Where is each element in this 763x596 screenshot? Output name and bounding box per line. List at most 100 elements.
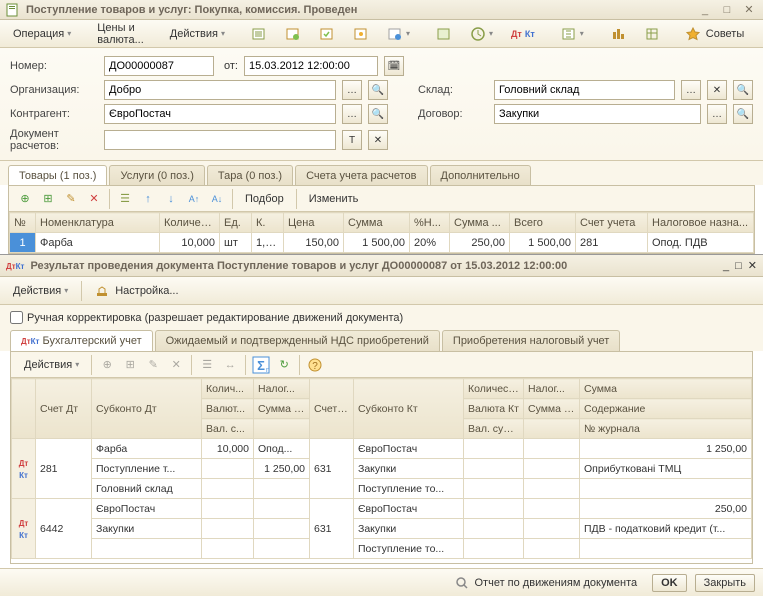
tab-tara[interactable]: Тара (0 поз.) [207,165,293,185]
col-nom[interactable]: Номенклатура [36,213,160,233]
refresh-icon[interactable]: ↻ [274,355,294,375]
sklad-search[interactable]: 🔍 [733,80,753,100]
tab-goods[interactable]: Товары (1 поз.) [8,165,107,186]
report-button[interactable]: Отчет по движениям документа [448,572,645,594]
tab-buh[interactable]: ДтКт Бухгалтерский учет [10,330,153,352]
posting-row[interactable]: Поступление т... 1 250,00 Закупки Оприбу… [12,459,752,479]
close-footer-button[interactable]: Закрыть [695,574,755,592]
lg-icon-5[interactable]: ☰ [197,355,217,375]
col-tax[interactable]: Налоговое назна... [648,213,754,233]
org-input[interactable] [104,80,336,100]
tbicon-7[interactable]: ▾ [463,23,500,45]
sklad-ellipsis[interactable]: … [681,80,701,100]
tbicon-8[interactable]: ▾ [554,23,591,45]
actions-menu[interactable]: Действия▾ [163,23,232,45]
sklad-input[interactable] [494,80,675,100]
col-acct[interactable]: Счет учета [576,213,648,233]
sum-icon[interactable]: Σn [251,355,271,375]
help-button[interactable]: ? [755,23,763,45]
podbor-button[interactable]: Подбор [238,188,291,210]
posting-row[interactable]: ДтКт 281 Фарба 10,000 Опод... 631 ЄвроПо… [12,439,752,459]
lg-icon-1[interactable]: ⊕ [97,355,117,375]
edit-icon[interactable]: ✎ [61,189,81,209]
sort-za-icon[interactable]: A↓ [207,189,227,209]
lg-icon-3[interactable]: ✎ [143,355,163,375]
tbicon-dt-kt[interactable]: ДтКт [504,23,542,45]
minimize-button[interactable]: _ [697,2,713,18]
col-total[interactable]: Всего [510,213,576,233]
titlebar: Поступление товаров и услуг: Покупка, ко… [0,0,763,20]
dogovor-ellipsis[interactable]: … [707,104,727,124]
ok-button[interactable]: OK [652,574,687,592]
lower-toolbar: Действия▾ Настройка... [0,277,763,305]
org-ellipsis[interactable]: … [342,80,362,100]
add-icon[interactable]: ⊕ [15,189,35,209]
maximize-button[interactable]: □ [719,2,735,18]
number-input[interactable] [104,56,214,76]
lg-icon-2[interactable]: ⊞ [120,355,140,375]
tbicon-1[interactable] [244,23,274,45]
change-button[interactable]: Изменить [302,188,366,210]
sort-az-icon[interactable]: A↑ [184,189,204,209]
lg-help[interactable]: ? [305,355,325,375]
lower-tabs: ДтКт Бухгалтерский учет Ожидаемый и подт… [0,330,763,351]
tbicon-2[interactable] [278,23,308,45]
down-icon[interactable]: ↓ [161,189,181,209]
lower-actions-menu[interactable]: Действия▾ [6,280,75,302]
posting-row[interactable]: Поступление то... [12,539,752,559]
posting-row[interactable]: Закупки Закупки ПДВ - податковий кредит … [12,519,752,539]
lower-minimize[interactable]: _ [723,260,729,272]
contr-ellipsis[interactable]: … [342,104,362,124]
col-k[interactable]: К. [252,213,284,233]
settings-button[interactable]: Настройка... [88,280,185,302]
doc-clear[interactable]: ✕ [368,130,388,150]
up-icon[interactable]: ↑ [138,189,158,209]
org-search[interactable]: 🔍 [368,80,388,100]
tab-services[interactable]: Услуги (0 поз.) [109,165,204,185]
doc-label: Документ расчетов: [10,128,98,152]
doc-t[interactable]: T [342,130,362,150]
tab-accounts[interactable]: Счета учета расчетов [295,165,427,185]
col-ed[interactable]: Ед. [220,213,252,233]
svg-text:Σ: Σ [257,358,265,373]
lg-actions[interactable]: Действия▾ [17,354,86,376]
sklad-clear[interactable]: ✕ [707,80,727,100]
lower-maximize[interactable]: □ [735,260,742,272]
col-vatsum[interactable]: Сумма ... [450,213,510,233]
table-row[interactable]: 1 Фарба 10,000 шт 1,0... 150,00 1 500,00… [10,233,754,253]
close-button[interactable]: ✕ [741,2,757,18]
posting-row[interactable]: Головний склад Поступление то... [12,479,752,499]
contr-search[interactable]: 🔍 [368,104,388,124]
col-vat[interactable]: %Н... [410,213,450,233]
tbicon-6[interactable] [429,23,459,45]
col-sum[interactable]: Сумма [344,213,410,233]
tab-nal[interactable]: Приобретения налоговый учет [442,330,620,351]
tbicon-3[interactable] [312,23,342,45]
lg-icon-4[interactable]: ✕ [166,355,186,375]
date-picker-button[interactable]: 🗓 [384,56,404,76]
tbicon-10[interactable] [637,23,667,45]
col-price[interactable]: Цена [284,213,344,233]
add2-icon[interactable]: ⊞ [38,189,58,209]
col-qty[interactable]: Количес... [160,213,220,233]
operation-menu[interactable]: Операция▾ [6,23,78,45]
date-input[interactable] [244,56,378,76]
lg-icon-6[interactable]: ↔ [220,355,240,375]
dogovor-input[interactable] [494,104,701,124]
col-n[interactable]: № [10,213,36,233]
doc-input[interactable] [104,130,336,150]
tab-extra[interactable]: Дополнительно [430,165,531,185]
dogovor-search[interactable]: 🔍 [733,104,753,124]
posting-row[interactable]: ДтКт 6442 ЄвроПостач 631 ЄвроПостач 250,… [12,499,752,519]
contr-input[interactable] [104,104,336,124]
tbicon-4[interactable] [346,23,376,45]
tips-button[interactable]: Советы [679,23,751,45]
tbicon-5[interactable]: ▾ [380,23,417,45]
tbicon-9[interactable] [603,23,633,45]
lower-close[interactable]: ✕ [748,259,757,272]
list-icon[interactable]: ☰ [115,189,135,209]
manual-checkbox[interactable] [10,311,23,324]
del-icon[interactable]: ✕ [84,189,104,209]
prices-button[interactable]: Цены и валюта... [90,23,150,45]
tab-nds[interactable]: Ожидаемый и подтвержденный НДС приобрете… [155,330,440,351]
